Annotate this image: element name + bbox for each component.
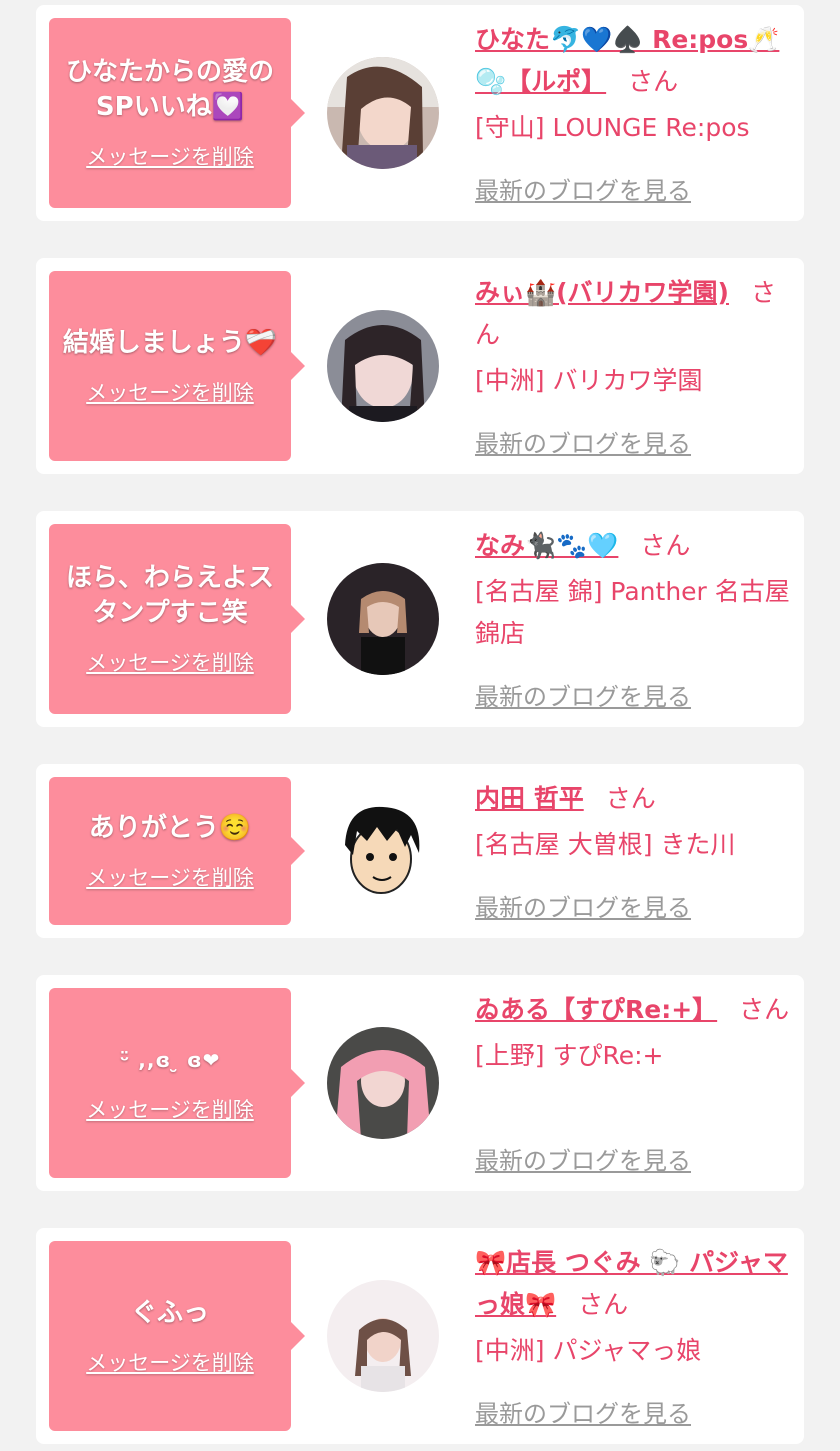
message-bubble: ほら、わらえよスタンプすこ笑 メッセージを削除 <box>49 524 305 714</box>
shop-name: [上野] すぴRe:+ <box>475 1041 664 1070</box>
delete-message-link[interactable]: メッセージを削除 <box>86 647 254 677</box>
avatar[interactable] <box>327 310 439 422</box>
latest-blog-link[interactable]: 最新のブログを見る <box>475 888 691 923</box>
message-card: ぐふっ メッセージを削除 🎀店長 つぐみ 🐑 パジャマっ娘🎀 さん [中洲] パジ… <box>36 1228 804 1444</box>
message-bubble: ぐふっ メッセージを削除 <box>49 1241 305 1431</box>
cast-info: なみ🐈‍⬛🐾🩵 さん [名古屋 錦] Panther 名古屋錦店 <box>475 525 795 655</box>
cast-info: ゐある【すぴRe:+】 さん [上野] すぴRe:+ <box>475 989 795 1077</box>
honorific: さん <box>605 784 656 813</box>
latest-blog-link[interactable]: 最新のブログを見る <box>475 171 691 206</box>
cast-name-line: 内田 哲平 さん <box>475 778 795 820</box>
cast-name-link[interactable]: 🎀店長 つぐみ 🐑 パジャマっ娘🎀 <box>475 1248 788 1319</box>
message-card: ありがとう☺️ メッセージを削除 内田 哲平 さん [名古屋 大曽根] きた川 最… <box>36 764 804 938</box>
cast-name-link[interactable]: 内田 哲平 <box>475 784 584 813</box>
message-card: ほら、わらえよスタンプすこ笑 メッセージを削除 なみ🐈‍⬛🐾🩵 さん [名古屋 錦… <box>36 511 804 727</box>
message-bubble: ᵕ̈ ,,ɞ ̮ ɞ❤ メッセージを削除 <box>49 988 305 1178</box>
message-card: ᵕ̈ ,,ɞ ̮ ɞ❤ メッセージを削除 ゐある【すぴRe:+】 さん [上野] … <box>36 975 804 1191</box>
cast-name-line: ひなた🐬💙♠️ Re:pos🥂🫧【ルポ】 さん <box>475 19 795 103</box>
honorific: さん <box>640 531 691 560</box>
delete-message-link[interactable]: メッセージを削除 <box>86 1347 254 1377</box>
message-bubble: 結婚しましょう❤️‍🩹 メッセージを削除 <box>49 271 305 461</box>
message-card: ひなたからの愛のSPいいね💟 メッセージを削除 ひなた🐬💙♠️ Re:pos🥂🫧… <box>36 5 804 221</box>
delete-message-link[interactable]: メッセージを削除 <box>86 862 254 892</box>
shop-name: [名古屋 大曽根] きた川 <box>475 830 736 859</box>
message-text: ほら、わらえよスタンプすこ笑 <box>65 563 274 628</box>
cast-name-line: 🎀店長 つぐみ 🐑 パジャマっ娘🎀 さん <box>475 1242 795 1326</box>
message-bubble: ひなたからの愛のSPいいね💟 メッセージを削除 <box>49 18 305 208</box>
honorific: さん <box>578 1290 629 1319</box>
message-text: ᵕ̈ ,,ɞ ̮ ɞ❤ <box>119 1047 221 1072</box>
delete-message-link[interactable]: メッセージを削除 <box>86 377 254 407</box>
avatar[interactable] <box>327 795 439 907</box>
shop-name: [中洲] パジャマっ娘 <box>475 1336 702 1365</box>
message-bubble: ありがとう☺️ メッセージを削除 <box>49 777 305 925</box>
message-card: 結婚しましょう❤️‍🩹 メッセージを削除 みぃ🏰(バリカワ学園) さん [中洲] … <box>36 258 804 474</box>
shop-name: [守山] LOUNGE Re:pos <box>475 113 750 142</box>
latest-blog-link[interactable]: 最新のブログを見る <box>475 677 691 712</box>
message-text: ぐふっ <box>130 1297 209 1328</box>
latest-blog-link[interactable]: 最新のブログを見る <box>475 1394 691 1429</box>
cast-name-line: ゐある【すぴRe:+】 さん <box>475 989 795 1031</box>
avatar[interactable] <box>327 1280 439 1392</box>
cast-name-link[interactable]: みぃ🏰(バリカワ学園) <box>475 278 729 307</box>
latest-blog-link[interactable]: 最新のブログを見る <box>475 424 691 459</box>
avatar[interactable] <box>327 57 439 169</box>
cast-info: 🎀店長 つぐみ 🐑 パジャマっ娘🎀 さん [中洲] パジャマっ娘 <box>475 1242 795 1372</box>
shop-name: [名古屋 錦] Panther 名古屋錦店 <box>475 577 790 648</box>
message-text: ひなたからの愛のSPいいね💟 <box>65 57 274 122</box>
delete-message-link[interactable]: メッセージを削除 <box>86 1094 254 1124</box>
honorific: さん <box>628 67 679 96</box>
delete-message-link[interactable]: メッセージを削除 <box>86 141 254 171</box>
cast-name-line: なみ🐈‍⬛🐾🩵 さん <box>475 525 795 567</box>
message-text: 結婚しましょう❤️‍🩹 <box>62 327 278 358</box>
cast-info: 内田 哲平 さん [名古屋 大曽根] きた川 <box>475 778 795 866</box>
cast-name-link[interactable]: ゐある【すぴRe:+】 <box>475 995 717 1024</box>
cast-name-line: みぃ🏰(バリカワ学園) さん <box>475 272 795 356</box>
latest-blog-link[interactable]: 最新のブログを見る <box>475 1141 691 1176</box>
shop-name: [中洲] バリカワ学園 <box>475 366 703 395</box>
avatar[interactable] <box>327 1027 439 1139</box>
cast-name-link[interactable]: なみ🐈‍⬛🐾🩵 <box>475 531 618 560</box>
honorific: さん <box>739 995 790 1024</box>
cast-info: ひなた🐬💙♠️ Re:pos🥂🫧【ルポ】 さん [守山] LOUNGE Re:po… <box>475 19 795 149</box>
avatar[interactable] <box>327 563 439 675</box>
cast-info: みぃ🏰(バリカワ学園) さん [中洲] バリカワ学園 <box>475 272 795 402</box>
message-text: ありがとう☺️ <box>88 812 252 843</box>
